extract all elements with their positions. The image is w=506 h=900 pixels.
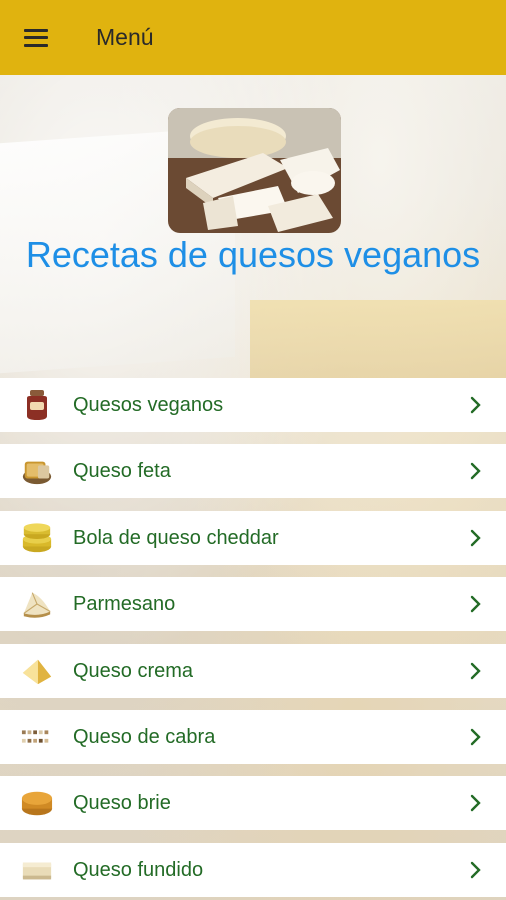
cream-cheese-wedge-icon bbox=[21, 655, 53, 687]
chevron-right-icon bbox=[468, 728, 484, 746]
app-bar-title: Menú bbox=[96, 24, 154, 50]
melted-cheese-icon bbox=[21, 854, 53, 886]
menu-item-queso-de-cabra[interactable]: Queso de cabra bbox=[0, 710, 506, 764]
chevron-right-icon bbox=[468, 861, 484, 879]
cheddar-wheels-icon bbox=[21, 522, 53, 554]
menu-item-label: Queso brie bbox=[73, 791, 171, 814]
app-bar: Menú bbox=[0, 0, 506, 75]
cheese-platter-image bbox=[168, 108, 341, 233]
goat-cheese-icon bbox=[21, 721, 53, 753]
menu-item-label: Bola de queso cheddar bbox=[73, 526, 279, 549]
brie-wheel-icon bbox=[21, 787, 53, 819]
menu-item-parmesano[interactable]: Parmesano bbox=[0, 577, 506, 631]
hamburger-icon[interactable] bbox=[0, 0, 75, 75]
chevron-right-icon bbox=[468, 794, 484, 812]
menu-item-label: Queso crema bbox=[73, 659, 194, 682]
chevron-right-icon bbox=[468, 662, 484, 680]
menu-item-bola-de-queso-cheddar[interactable]: Bola de queso cheddar bbox=[0, 511, 506, 565]
menu-item-queso-feta[interactable]: Queso feta bbox=[0, 444, 506, 498]
menu-item-quesos-veganos[interactable]: Quesos veganos bbox=[0, 378, 506, 432]
menu-item-label: Queso fundido bbox=[73, 858, 204, 881]
background-cheese-block bbox=[250, 300, 506, 380]
chevron-right-icon bbox=[468, 529, 484, 547]
menu-item-label: Queso feta bbox=[73, 459, 171, 482]
parmesan-wedge-icon bbox=[21, 588, 53, 620]
menu-item-queso-brie[interactable]: Queso brie bbox=[0, 776, 506, 830]
chevron-right-icon bbox=[468, 595, 484, 613]
feta-block-icon bbox=[21, 455, 53, 487]
hero-title: Recetas de quesos veganos bbox=[25, 234, 481, 275]
menu-item-label: Quesos veganos bbox=[73, 393, 224, 416]
cheese-jar-icon bbox=[21, 389, 53, 421]
menu-item-queso-crema[interactable]: Queso crema bbox=[0, 644, 506, 698]
chevron-right-icon bbox=[468, 462, 484, 480]
menu-item-label: Queso de cabra bbox=[73, 725, 216, 748]
chevron-right-icon bbox=[468, 396, 484, 414]
menu-item-queso-fundido[interactable]: Queso fundido bbox=[0, 843, 506, 897]
menu-item-label: Parmesano bbox=[73, 592, 176, 615]
